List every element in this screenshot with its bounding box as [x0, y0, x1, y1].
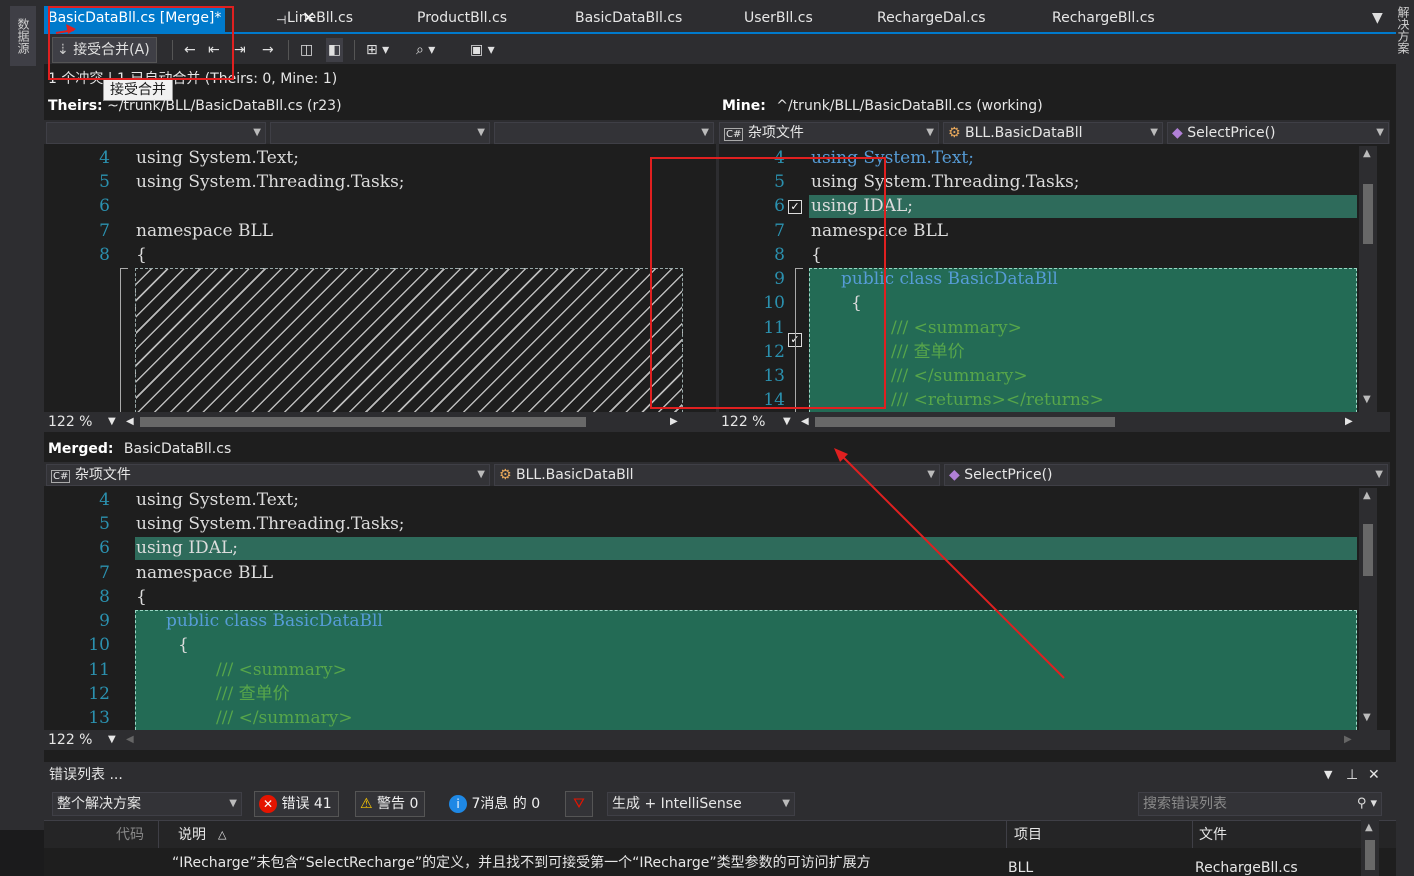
annotation-arrows	[55, 24, 1065, 679]
annotation-arrowhead	[66, 24, 76, 34]
annotation-arrow-line	[835, 449, 1065, 679]
